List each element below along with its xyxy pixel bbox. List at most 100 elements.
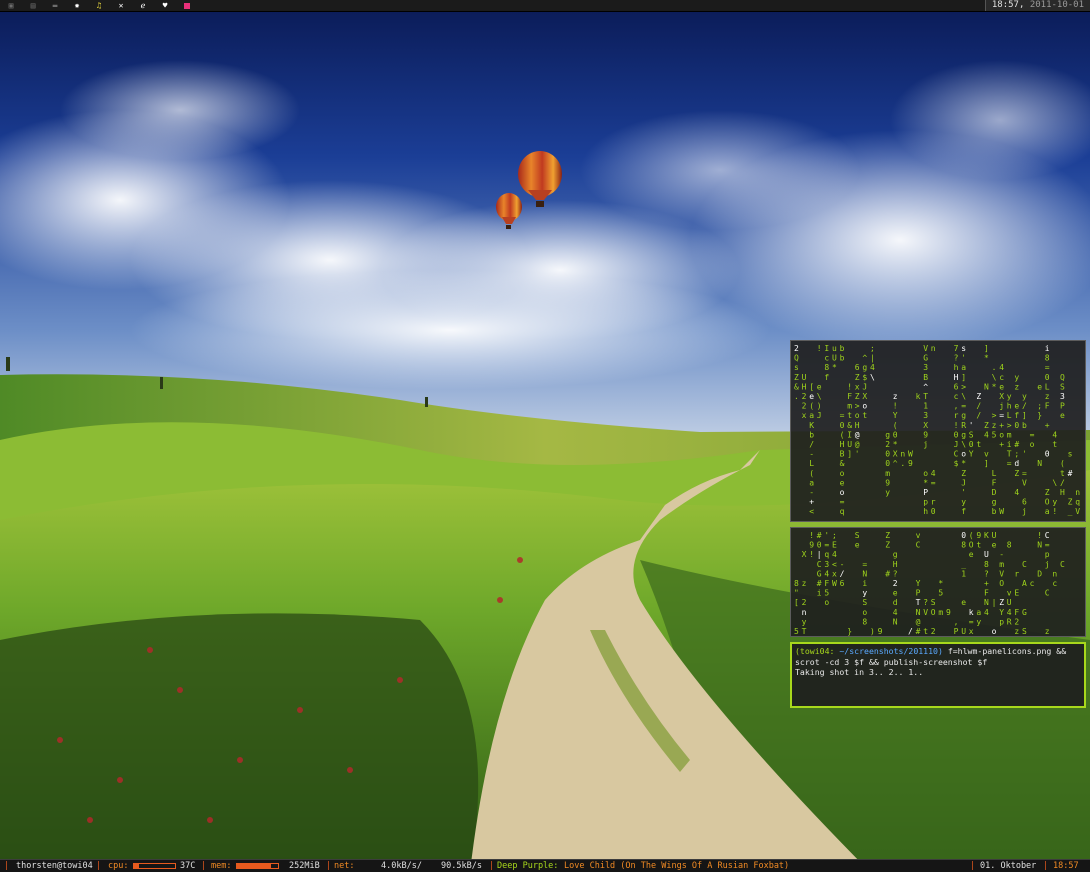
matrix-top-glyph: ) — [817, 402, 822, 411]
matrix-bottom-glyph: 4 — [832, 550, 837, 559]
matrix-top-glyph: i — [1007, 440, 1012, 449]
matrix-top-glyph: 0 — [893, 430, 898, 439]
matrix-top-glyph: X — [893, 450, 898, 459]
matrix-top-glyph: U — [832, 354, 837, 363]
matrix-top-glyph: + — [809, 498, 814, 507]
matrix-top-glyph: Y — [893, 411, 898, 420]
matrix-bottom-glyph: ? — [984, 569, 989, 578]
matrix-top-glyph: 2 — [885, 440, 890, 449]
matrix-bottom-glyph: = — [862, 560, 867, 569]
matrix-top-glyph: = — [1030, 430, 1035, 439]
matrix-bottom-glyph: z — [1014, 627, 1019, 636]
mem-label: mem: — [211, 861, 232, 871]
matrix-top-glyph: g — [961, 430, 966, 439]
matrix-top-glyph: # — [1068, 469, 1073, 478]
matrix-top-glyph: L — [1007, 411, 1012, 420]
matrix-top-glyph: ( — [1060, 459, 1065, 468]
matrix-bottom-glyph: 1 — [961, 569, 966, 578]
matrix-top-glyph: S — [1060, 382, 1065, 391]
matrix-top-glyph: = — [931, 478, 936, 487]
matrix-bottom-glyph: S — [1022, 627, 1027, 636]
matrix-top-glyph: S — [969, 430, 974, 439]
matrix-bottom-glyph: 2 — [931, 627, 936, 636]
matrix-bottom-glyph: a — [976, 608, 981, 617]
matrix-bottom-glyph: g — [893, 550, 898, 559]
matrix-top-glyph: Z — [1068, 498, 1073, 507]
matrix-bottom-glyph: E — [1014, 589, 1019, 598]
matrix-terminal-top[interactable]: 2! Iu b; Vn 7 s] i Qc Ub ^ | G? ' * 8 s 8 * 6 g 4 3 h a. 4 = Z Uf Z $… — [790, 340, 1086, 522]
matrix-top-glyph: 6 — [1022, 498, 1027, 507]
matrix-bottom-glyph: A — [1022, 579, 1027, 588]
matrix-bottom-glyph: U — [992, 531, 997, 540]
matrix-top-glyph: B — [840, 450, 845, 459]
matrix-top-glyph: 0 — [969, 440, 974, 449]
matrix-top-glyph: J — [817, 411, 822, 420]
matrix-top-glyph: ( — [893, 421, 898, 430]
matrix-top-glyph: W — [908, 450, 913, 459]
matrix-top-glyph: * — [923, 478, 928, 487]
matrix-top-glyph: b — [1022, 421, 1027, 430]
tag-5-music-note-icon[interactable]: ♫ — [88, 0, 110, 11]
matrix-top-glyph: > — [961, 382, 966, 391]
matrix-bottom-glyph: 5 — [794, 627, 799, 636]
matrix-bottom-glyph: U — [984, 550, 989, 559]
tag-8-chat-heart-icon[interactable]: ♥ — [154, 0, 176, 11]
matrix-top-glyph: t — [976, 440, 981, 449]
matrix-top-glyph: Z — [794, 373, 799, 382]
matrix-bottom-glyph: t — [976, 541, 981, 550]
matrix-bottom-glyph: # — [817, 531, 822, 540]
tag-3-window-icon[interactable]: ▬ — [44, 0, 66, 11]
matrix-bottom-glyph: e — [855, 541, 860, 550]
matrix-top-glyph: ! — [817, 344, 822, 353]
matrix-top-glyph: ( — [809, 469, 814, 478]
matrix-bottom-glyph: # — [885, 569, 890, 578]
tag-9-pink-square-icon[interactable] — [176, 0, 198, 11]
matrix-top-glyph: . — [992, 363, 997, 372]
matrix-top-glyph: ] — [847, 450, 852, 459]
matrix-bottom-glyph: e — [893, 589, 898, 598]
matrix-top-glyph: - — [809, 450, 814, 459]
matrix-bottom-glyph: N — [893, 617, 898, 626]
matrix-bottom-glyph: F — [984, 589, 989, 598]
matrix-top-glyph: Z — [855, 373, 860, 382]
mem-used: 252MiB — [289, 861, 320, 871]
matrix-top-glyph: z — [992, 421, 997, 430]
matrix-top-glyph: N — [1037, 459, 1042, 468]
matrix-bottom-glyph: j — [1045, 560, 1050, 569]
track-title: Love Child (On The Wings Of A Rusian Fox… — [564, 861, 790, 871]
matrix-top-glyph: 9 — [923, 430, 928, 439]
matrix-bottom-glyph: 2 — [802, 598, 807, 607]
matrix-top-glyph: ^ — [893, 459, 898, 468]
matrix-top-glyph: ; — [1037, 402, 1042, 411]
matrix-bottom-glyph: o — [862, 608, 867, 617]
matrix-top-glyph: R — [961, 421, 966, 430]
matrix-top-glyph: H — [802, 382, 807, 391]
shell-terminal[interactable]: (towi04: ~/screenshots/201110) f=hlwm-pa… — [790, 642, 1086, 708]
matrix-top-glyph: P — [923, 488, 928, 497]
matrix-top-glyph: J — [954, 440, 959, 449]
matrix-top-glyph: 2 — [802, 392, 807, 401]
matrix-top-glyph: H — [954, 373, 959, 382]
matrix-bottom-glyph: t — [923, 627, 928, 636]
matrix-bottom-glyph: | — [817, 550, 822, 559]
matrix-bottom-glyph: Z — [885, 531, 890, 540]
tag-2-terminal-icon[interactable]: ▤ — [22, 0, 44, 11]
clock-date: 2011-10-01 — [1029, 0, 1084, 10]
matrix-top-glyph: z — [1045, 392, 1050, 401]
matrix-top-glyph: > — [1007, 421, 1012, 430]
tag-4-tools-icon[interactable]: ✸ — [66, 0, 88, 11]
matrix-bottom-glyph: F — [1014, 608, 1019, 617]
matrix-top-glyph: o — [862, 402, 867, 411]
tag-7-browser-icon[interactable]: ℯ — [132, 0, 154, 11]
matrix-bottom-glyph: , — [954, 617, 959, 626]
matrix-top-glyph: + — [999, 440, 1004, 449]
mem-bar — [236, 863, 279, 869]
matrix-terminal-bottom[interactable]: ! # '; S Zv 0(9 K U! C 9 0 = Ee Z C 8 Ot e 8 N = X! | q 4 g e U - p C 3… — [790, 527, 1086, 637]
matrix-top-glyph: ] — [984, 459, 989, 468]
matrix-top-glyph: c — [999, 373, 1004, 382]
matrix-top-glyph: G — [923, 354, 928, 363]
matrix-bottom-glyph: N — [916, 608, 921, 617]
tag-6-crossed-tools-icon[interactable]: ✕ — [110, 0, 132, 11]
tag-1-monitor-icon[interactable]: ▣ — [0, 0, 22, 11]
matrix-top-glyph: q — [1075, 498, 1080, 507]
